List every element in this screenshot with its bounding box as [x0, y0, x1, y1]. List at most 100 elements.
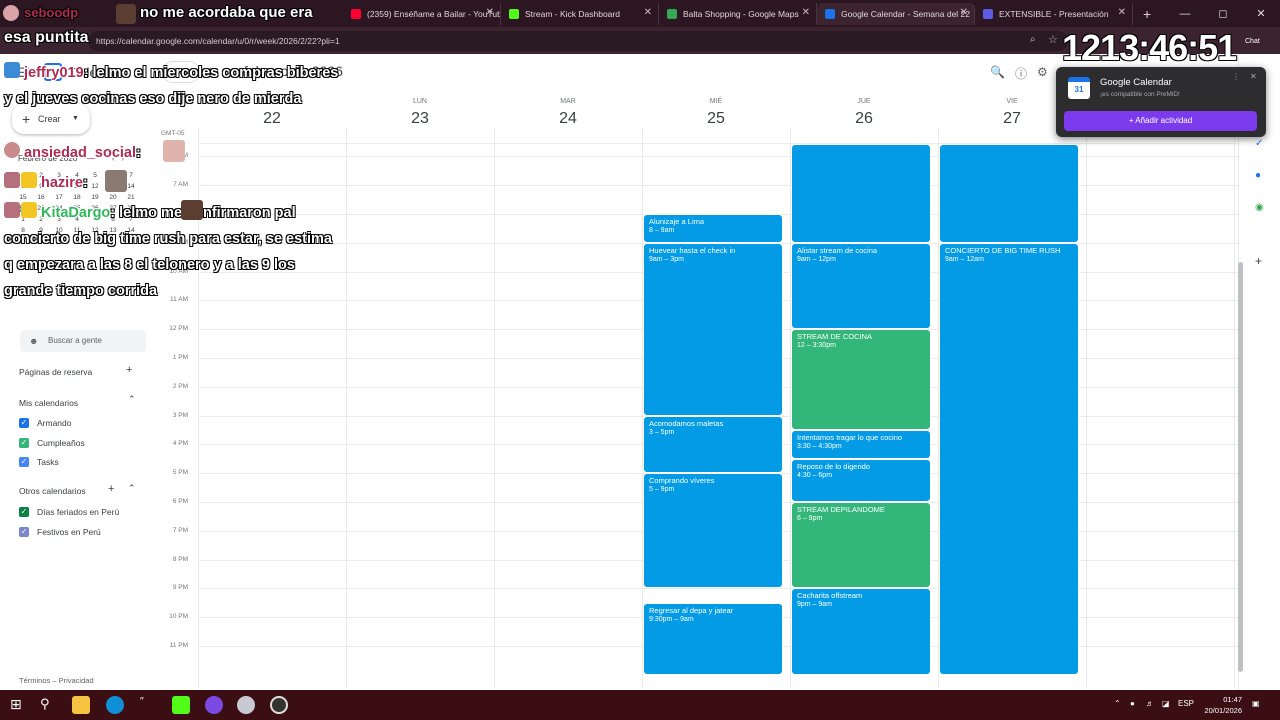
tab-close-icon[interactable]: ✕ — [644, 7, 652, 18]
help-icon[interactable]: ⓘ — [1015, 65, 1027, 82]
calendar-list-item[interactable]: ✓ Armando — [19, 418, 72, 428]
calendar-event[interactable]: CONCIERTO DE BIG TIME RUSH 9am – 12am — [939, 242, 1079, 675]
calendar-event[interactable]: Cacharita offstream 9pm – 9am — [791, 588, 931, 675]
popup-menu-icon[interactable]: ⋮ — [1232, 72, 1240, 81]
collapse-other-calendars-icon[interactable]: ⌃ — [128, 483, 136, 494]
new-tab-button[interactable]: + — [1143, 6, 1151, 22]
browser-tab[interactable]: EXTENSIBLE - Presentación ✕ — [975, 3, 1133, 25]
app-icon[interactable] — [237, 696, 255, 714]
calendar-event[interactable] — [939, 144, 1079, 243]
event-time: 9:30pm – 9am — [649, 615, 694, 623]
tab-close-icon[interactable]: ✕ — [960, 7, 968, 18]
windows-start-icon[interactable]: ⊞ — [10, 696, 28, 714]
calendar-event[interactable]: STREAM DEPILANDOME 6 – 9pm — [791, 502, 931, 589]
calendar-event[interactable]: Alunizaje a Lima 8 – 9am — [643, 214, 783, 243]
chat-avatar — [4, 172, 20, 188]
taskbar-clock[interactable]: 01:47 20/01/2026 — [1196, 694, 1242, 716]
chat-message: : — [82, 175, 88, 191]
calendar-list-item[interactable]: ✓ Tasks — [19, 457, 59, 467]
event-title: STREAM DEPILANDOME — [797, 505, 885, 514]
notifications-icon[interactable]: ▣ — [1252, 699, 1260, 708]
tab-title: Google Calendar - Semana del 22 — [841, 9, 970, 19]
app-icon[interactable]: ′′ — [140, 696, 158, 714]
day-header[interactable]: LUN 23 — [346, 92, 494, 144]
day-header[interactable]: MAR 24 — [494, 92, 642, 144]
search-icon[interactable]: 🔍 — [990, 65, 1005, 82]
bookmark-star-icon[interactable]: ☆ — [1048, 33, 1058, 46]
minimize-icon[interactable]: — — [1166, 8, 1204, 20]
mic-icon[interactable]: ● — [1130, 699, 1135, 708]
chat-line: hazire: — [41, 170, 341, 196]
calendar-event[interactable]: Acomodamos maletas 3 – 5pm — [643, 415, 783, 474]
language-indicator[interactable]: ESP — [1178, 699, 1194, 708]
calendar-event[interactable]: Regresar al depa y jatear 9:30pm – 9am — [643, 602, 783, 675]
day-header[interactable]: JUE 26 — [790, 92, 938, 144]
terms-privacy-link[interactable]: Términos – Privacidad — [19, 676, 94, 685]
edge-icon[interactable] — [106, 696, 124, 714]
hour-label: 6 PM — [172, 498, 188, 505]
calendar-event[interactable] — [791, 144, 931, 243]
calendar-event[interactable]: Comprando víveres 5 – 9pm — [643, 473, 783, 589]
checkbox-icon[interactable]: ✓ — [19, 437, 29, 448]
day-header[interactable]: MIÉ 25 — [642, 92, 790, 144]
add-other-calendar-icon[interactable]: + — [108, 483, 114, 495]
browser-tab[interactable]: (2359) Enséñame a Bailar - YouTube ✕ — [343, 3, 501, 25]
maximize-icon[interactable]: ◻ — [1204, 7, 1242, 20]
calendar-list-item[interactable]: ✓ Días feriados en Perú — [19, 507, 119, 517]
tasks-icon[interactable]: ✓ — [1255, 138, 1263, 149]
close-window-icon[interactable]: ✕ — [1242, 7, 1280, 20]
tab-close-icon[interactable]: ✕ — [486, 7, 494, 18]
url-field[interactable]: https://calendar.google.com/calendar/u/0… — [88, 31, 1068, 51]
calendar-event[interactable]: Intentamos tragar lo que cocino 3:30 – 4:… — [791, 430, 931, 459]
calendar-event[interactable]: Huevear hasta el check in 9am – 3pm — [643, 242, 783, 416]
calendar-name: Festivos en Perú — [37, 526, 101, 537]
event-title: Alunizaje a Lima — [649, 217, 705, 226]
tab-close-icon[interactable]: ✕ — [802, 7, 810, 18]
browser-tab[interactable]: Balta Shopping - Google Maps ✕ — [659, 3, 817, 25]
app-icon[interactable] — [205, 696, 223, 714]
contacts-icon[interactable]: ● — [1255, 170, 1261, 181]
checkbox-icon[interactable]: ✓ — [19, 507, 29, 517]
tab-close-icon[interactable]: ✕ — [1118, 7, 1126, 18]
collapse-my-calendars-icon[interactable]: ⌃ — [128, 394, 136, 405]
search-taskbar-icon[interactable]: ⚲ — [40, 696, 58, 714]
header-username: seboodp — [24, 5, 79, 20]
other-calendars-header[interactable]: Otros calendarios — [19, 486, 86, 496]
obs-icon[interactable] — [270, 696, 288, 714]
popup-close-icon[interactable]: ✕ — [1250, 72, 1257, 81]
people-icon: ☻ — [29, 336, 39, 346]
file-explorer-icon[interactable] — [72, 696, 90, 714]
checkbox-icon[interactable]: ✓ — [19, 526, 29, 537]
calendar-event[interactable]: STREAM DE COCINA 12 – 3:30pm — [791, 329, 931, 430]
chat-label[interactable]: Chat — [1245, 38, 1260, 45]
tray-expand-icon[interactable]: ⌃ — [1114, 699, 1121, 708]
kick-icon[interactable] — [172, 696, 190, 714]
booking-pages-label[interactable]: Páginas de reserva — [19, 367, 92, 377]
clock-date: 20/01/2026 — [1204, 706, 1242, 715]
browser-tab[interactable]: Google Calendar - Semana del 22 ✕ — [817, 3, 975, 25]
add-activity-button[interactable]: + Añadir actividad — [1064, 111, 1257, 131]
event-title: STREAM DE COCINA — [797, 332, 873, 342]
calendar-event[interactable]: Reposo de lo digerido 4:30 – 6pm — [791, 458, 931, 502]
grid-scrollbar[interactable] — [1238, 262, 1243, 672]
volume-icon[interactable]: ♬ — [1146, 699, 1154, 708]
tab-favicon-icon — [351, 9, 361, 19]
add-booking-page-icon[interactable]: + — [126, 364, 132, 376]
network-icon[interactable]: ◪ — [1162, 699, 1170, 708]
calendar-list-item[interactable]: ✓ Festivos en Perú — [19, 526, 101, 537]
zoom-icon[interactable]: ⌕ — [1030, 34, 1036, 45]
browser-tab[interactable]: Stream - Kick Dashboard ✕ — [501, 3, 659, 25]
emote-image — [163, 140, 185, 162]
day-number: 26 — [855, 110, 873, 127]
event-title: Comprando víveres — [649, 476, 715, 486]
settings-gear-icon[interactable]: ⚙ — [1037, 65, 1048, 82]
checkbox-icon[interactable]: ✓ — [19, 418, 29, 428]
search-people-input[interactable]: ☻ Buscar a gente — [20, 330, 146, 352]
my-calendars-header[interactable]: Mis calendarios — [19, 398, 78, 408]
checkbox-icon[interactable]: ✓ — [19, 457, 29, 467]
header-user-avatar — [3, 5, 19, 21]
calendar-event[interactable]: Alistar stream de cocina 9am – 12pm — [791, 242, 931, 330]
get-addons-icon[interactable]: + — [1255, 254, 1262, 268]
calendar-list-item[interactable]: ✓ Cumpleaños — [19, 437, 85, 448]
maps-icon[interactable]: ◉ — [1255, 202, 1264, 213]
